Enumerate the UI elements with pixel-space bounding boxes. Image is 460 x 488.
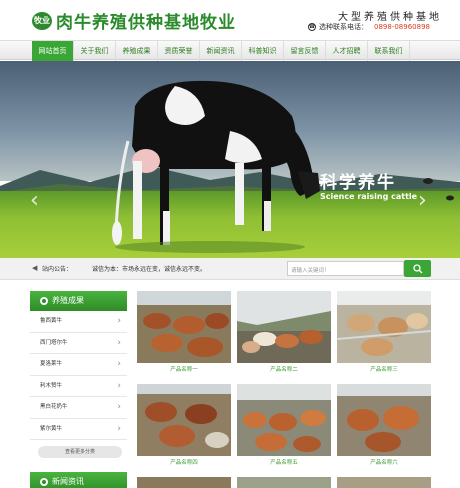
product-image[interactable]	[237, 291, 331, 363]
speaker-icon: ◀	[32, 264, 38, 272]
banner-prev-arrow-icon[interactable]: ‹	[30, 186, 44, 216]
product-card[interactable]	[137, 477, 231, 488]
sidebar-item-label: 黑白花奶牛	[40, 404, 68, 410]
nav-item-products[interactable]: 养殖成果	[116, 41, 158, 61]
phone-icon: ☎	[308, 23, 317, 31]
cow-illustration	[112, 80, 454, 253]
product-caption[interactable]: 产品名称五	[237, 456, 331, 470]
sidebar-item-label: 夏洛莱牛	[40, 361, 63, 367]
banner-subtitle: Science raising cattle	[320, 192, 418, 201]
nav-item-jobs[interactable]: 人才招聘	[326, 41, 368, 61]
search-icon	[412, 263, 422, 273]
sidebar-item[interactable]: 夏洛莱牛 ›	[30, 354, 127, 376]
chevron-right-icon: ›	[117, 380, 121, 391]
product-caption[interactable]: 产品名称二	[237, 363, 331, 377]
notice-label: 站内公告：	[42, 266, 73, 273]
product-card[interactable]: 产品名称二	[237, 291, 331, 377]
product-card[interactable]: 产品名称一	[137, 291, 231, 377]
search-button[interactable]	[404, 260, 431, 277]
phone-info: ☎ 选种联系电话： 0898-08960898	[308, 22, 430, 32]
search-input[interactable]: 请输入关键词！	[287, 261, 404, 276]
sidebar-item[interactable]: 鲁西黄牛 ›	[30, 311, 127, 333]
product-caption[interactable]: 产品名称三	[337, 363, 431, 377]
sidebar-title-products: 养殖成果	[30, 291, 127, 311]
sidebar-title-label: 养殖成果	[52, 296, 84, 305]
nav-item-contact[interactable]: 联系我们	[368, 41, 410, 61]
nav-item-home[interactable]: 网站首页	[32, 41, 74, 61]
sidebar-item[interactable]: 黑白花奶牛 ›	[30, 397, 127, 419]
page: 牧业 肉牛养殖供种基地牧业 大型养殖供种基地 ☎ 选种联系电话： 0898-08…	[0, 0, 460, 488]
phone-label: 选种联系电话：	[319, 23, 369, 31]
news-icon	[40, 478, 48, 486]
sidebar-title-news: 新闻资讯	[30, 472, 127, 488]
nav-item-feedback[interactable]: 留言反馈	[284, 41, 326, 61]
hero-banner[interactable]: 科学养牛 Science raising cattle ‹ ›	[0, 61, 460, 258]
notice-label-group: ◀ 站内公告：	[32, 264, 73, 274]
leaf-icon	[40, 297, 48, 305]
product-caption[interactable]: 产品名称一	[137, 363, 231, 377]
logo-badge-icon: 牧业	[32, 11, 52, 30]
sidebar-item[interactable]: 西门塔尔牛 ›	[30, 333, 127, 354]
banner-next-arrow-icon[interactable]: ›	[418, 186, 432, 216]
main-nav: 网站首页 关于我们 养殖成果 资质荣誉 新闻资讯 科普知识 留言反馈 人才招聘 …	[0, 40, 460, 61]
nav-item-knowledge[interactable]: 科普知识	[242, 41, 284, 61]
product-card[interactable]: 产品名称六	[337, 384, 431, 470]
product-image[interactable]	[337, 291, 431, 363]
sidebar-item-label: 利木赞牛	[40, 382, 63, 389]
product-image[interactable]	[337, 477, 431, 488]
nav-item-news[interactable]: 新闻资讯	[200, 41, 242, 61]
sidebar-item[interactable]: 利木赞牛 ›	[30, 376, 127, 397]
product-card[interactable]: 产品名称四	[137, 384, 231, 470]
site-title: 肉牛养殖供种基地牧业	[56, 13, 236, 33]
product-image[interactable]	[237, 477, 331, 488]
product-card[interactable]: 产品名称三	[337, 291, 431, 377]
site-header: 牧业 肉牛养殖供种基地牧业 大型养殖供种基地 ☎ 选种联系电话： 0898-08…	[0, 0, 460, 38]
product-image[interactable]	[137, 384, 231, 456]
sidebar-item-label: 鲁西黄牛	[40, 318, 63, 324]
sidebar-category-list: 鲁西黄牛 › 西门塔尔牛 › 夏洛莱牛 › 利木赞牛 › 黑白花奶牛 › 紫尔黄牛 ›	[30, 311, 127, 440]
product-caption[interactable]: 产品名称四	[137, 456, 231, 470]
slogan: 大型养殖供种基地	[338, 12, 442, 23]
nav-item-honors[interactable]: 资质荣誉	[158, 41, 200, 61]
sidebar-item-label: 西门塔尔牛	[40, 339, 68, 346]
product-image[interactable]	[137, 477, 231, 488]
chevron-right-icon: ›	[117, 316, 121, 326]
product-image[interactable]	[237, 384, 331, 456]
banner-title: 科学养牛	[320, 173, 396, 193]
product-card[interactable]: 产品名称五	[237, 384, 331, 470]
sidebar-item[interactable]: 紫尔黄牛 ›	[30, 419, 127, 440]
product-card[interactable]	[337, 477, 431, 488]
view-more-categories-button[interactable]: 查看更多分类	[38, 446, 122, 458]
notice-text: 诚信为本：市场永远在变，诚信永远不变。	[92, 266, 207, 273]
chevron-right-icon: ›	[117, 402, 121, 412]
product-image[interactable]	[137, 291, 231, 363]
sidebar-title2-label: 新闻资讯	[52, 477, 84, 486]
chevron-right-icon: ›	[117, 359, 121, 369]
chevron-right-icon: ›	[117, 337, 121, 348]
product-card[interactable]	[237, 477, 331, 488]
chevron-right-icon: ›	[117, 423, 121, 434]
nav-item-about[interactable]: 关于我们	[74, 41, 116, 61]
product-caption[interactable]: 产品名称六	[337, 456, 431, 470]
product-image[interactable]	[337, 384, 431, 456]
sidebar-item-label: 紫尔黄牛	[40, 425, 63, 432]
logo[interactable]: 牧业 肉牛养殖供种基地牧业	[32, 8, 236, 33]
phone-number: 0898-08960898	[374, 23, 430, 31]
